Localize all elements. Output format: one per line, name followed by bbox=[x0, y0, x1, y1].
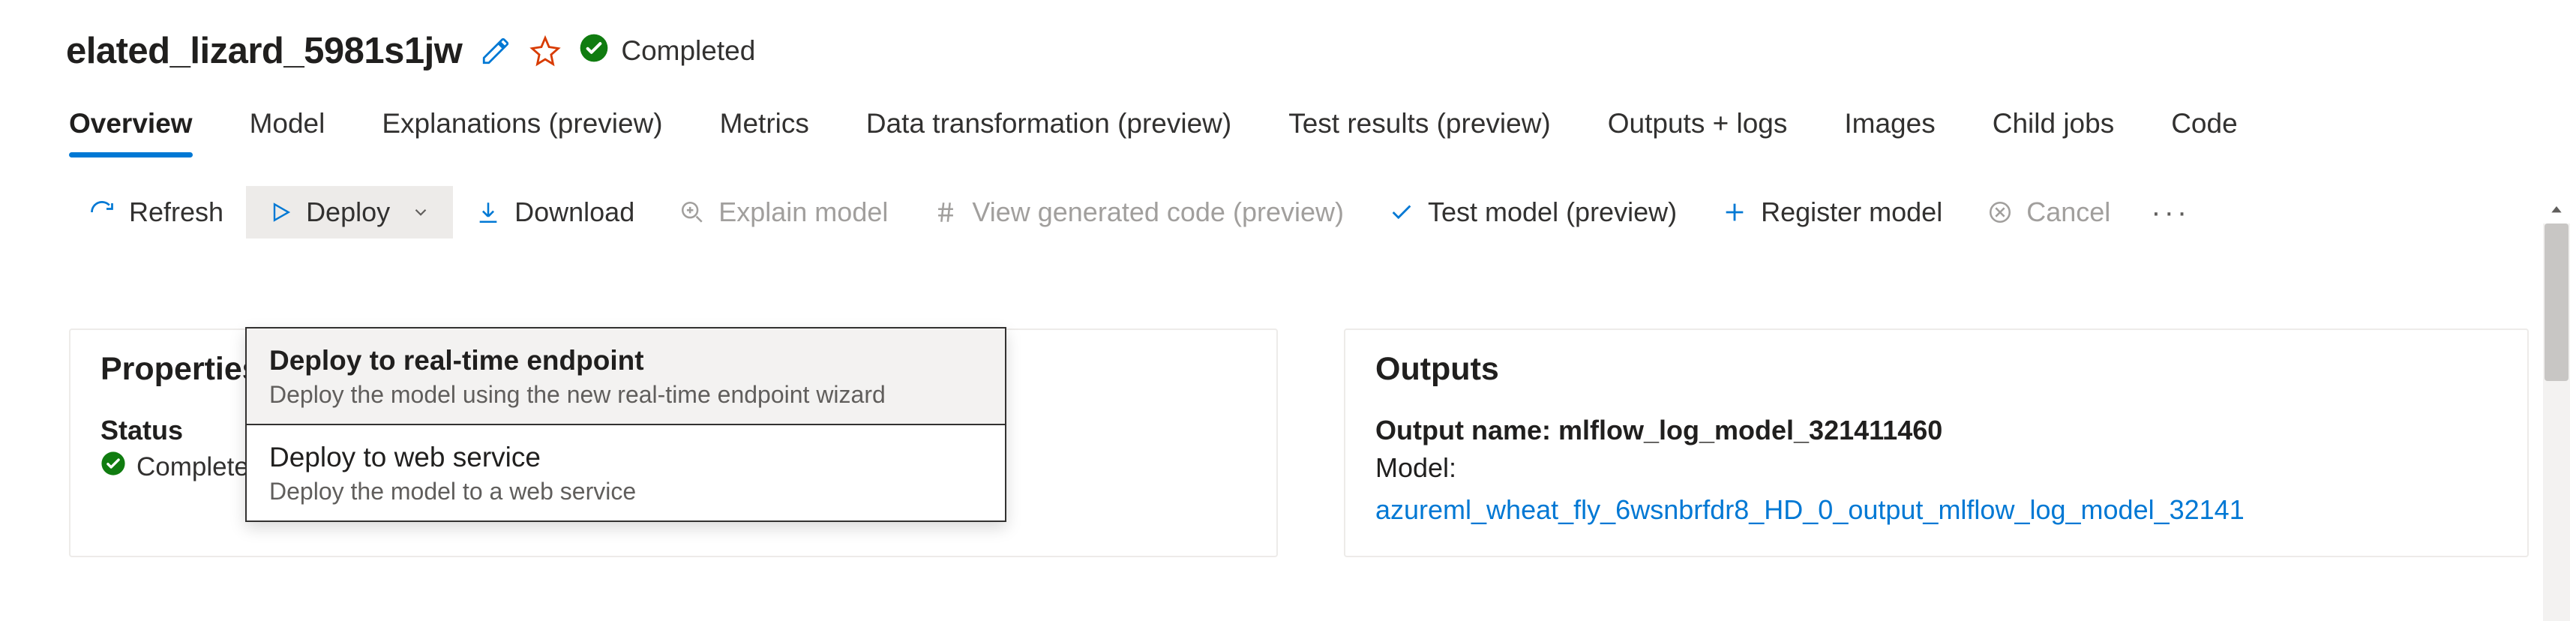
deploy-realtime-subtitle: Deploy the model using the new real-time… bbox=[269, 381, 982, 409]
favorite-star-icon[interactable] bbox=[529, 35, 561, 67]
deploy-button[interactable]: Deploy bbox=[246, 186, 453, 238]
download-button[interactable]: Download bbox=[453, 186, 657, 238]
output-name-label: Output name: bbox=[1375, 415, 1551, 446]
cancel-button: Cancel bbox=[1965, 186, 2133, 238]
status-field-value: Completed bbox=[136, 452, 263, 482]
deploy-webservice-title: Deploy to web service bbox=[269, 442, 982, 473]
refresh-label: Refresh bbox=[129, 196, 223, 228]
model-link[interactable]: azureml_wheat_fly_6wsnbrfdr8_HD_0_output… bbox=[1375, 494, 2245, 526]
cancel-label: Cancel bbox=[2026, 196, 2110, 228]
edit-icon[interactable] bbox=[480, 35, 511, 67]
download-label: Download bbox=[514, 196, 634, 228]
register-model-button[interactable]: Register model bbox=[1699, 186, 1965, 238]
plus-icon bbox=[1722, 200, 1747, 225]
success-check-icon bbox=[100, 451, 126, 483]
refresh-button[interactable]: Refresh bbox=[66, 186, 246, 238]
success-check-icon bbox=[579, 33, 609, 70]
register-model-label: Register model bbox=[1761, 196, 1942, 228]
view-code-button: View generated code (preview) bbox=[910, 186, 1366, 238]
deploy-label: Deploy bbox=[306, 196, 390, 228]
model-label: Model: bbox=[1375, 452, 2497, 484]
command-bar: Refresh Deploy Download bbox=[66, 186, 2576, 238]
deploy-webservice-subtitle: Deploy the model to a web service bbox=[269, 478, 982, 506]
deploy-web-service-item[interactable]: Deploy to web service Deploy the model t… bbox=[247, 425, 1005, 520]
tab-metrics[interactable]: Metrics bbox=[720, 108, 809, 156]
status-label: Completed bbox=[621, 35, 755, 67]
explain-model-button: Explain model bbox=[657, 186, 910, 238]
deploy-realtime-title: Deploy to real-time endpoint bbox=[269, 345, 982, 376]
outputs-panel: Outputs Output name: mlflow_log_model_32… bbox=[1344, 328, 2529, 557]
chevron-down-icon bbox=[411, 202, 430, 222]
view-code-label: View generated code (preview) bbox=[972, 196, 1344, 228]
deploy-realtime-endpoint-item[interactable]: Deploy to real-time endpoint Deploy the … bbox=[247, 328, 1005, 425]
scrollbar-up-arrow-icon[interactable] bbox=[2543, 196, 2570, 224]
outputs-title: Outputs bbox=[1375, 351, 2497, 388]
vertical-scrollbar[interactable] bbox=[2543, 224, 2570, 621]
tab-child-jobs[interactable]: Child jobs bbox=[1993, 108, 2114, 156]
tab-bar: Overview Model Explanations (preview) Me… bbox=[66, 108, 2576, 158]
test-model-button[interactable]: Test model (preview) bbox=[1366, 186, 1699, 238]
refresh-icon bbox=[88, 199, 115, 226]
tab-images[interactable]: Images bbox=[1844, 108, 1935, 156]
scrollbar-thumb[interactable] bbox=[2545, 224, 2569, 381]
zoom-in-icon bbox=[679, 200, 705, 225]
hash-icon bbox=[933, 200, 958, 225]
download-icon bbox=[475, 200, 501, 225]
explain-model-label: Explain model bbox=[718, 196, 888, 228]
output-name-value: mlflow_log_model_321411460 bbox=[1558, 415, 1942, 446]
tab-data-transformation[interactable]: Data transformation (preview) bbox=[866, 108, 1231, 156]
tab-model[interactable]: Model bbox=[250, 108, 325, 156]
deploy-dropdown: Deploy to real-time endpoint Deploy the … bbox=[245, 327, 1006, 522]
tab-overview[interactable]: Overview bbox=[69, 108, 193, 156]
tab-code[interactable]: Code bbox=[2171, 108, 2237, 156]
play-icon bbox=[268, 200, 292, 224]
check-icon bbox=[1389, 200, 1414, 225]
tab-test-results[interactable]: Test results (preview) bbox=[1288, 108, 1551, 156]
tab-outputs-logs[interactable]: Outputs + logs bbox=[1608, 108, 1788, 156]
test-model-label: Test model (preview) bbox=[1428, 196, 1677, 228]
page-title: elated_lizard_5981s1jw bbox=[66, 30, 462, 72]
more-button[interactable]: ··· bbox=[2133, 188, 2208, 237]
tab-explanations[interactable]: Explanations (preview) bbox=[382, 108, 662, 156]
cancel-icon bbox=[1987, 200, 2013, 225]
